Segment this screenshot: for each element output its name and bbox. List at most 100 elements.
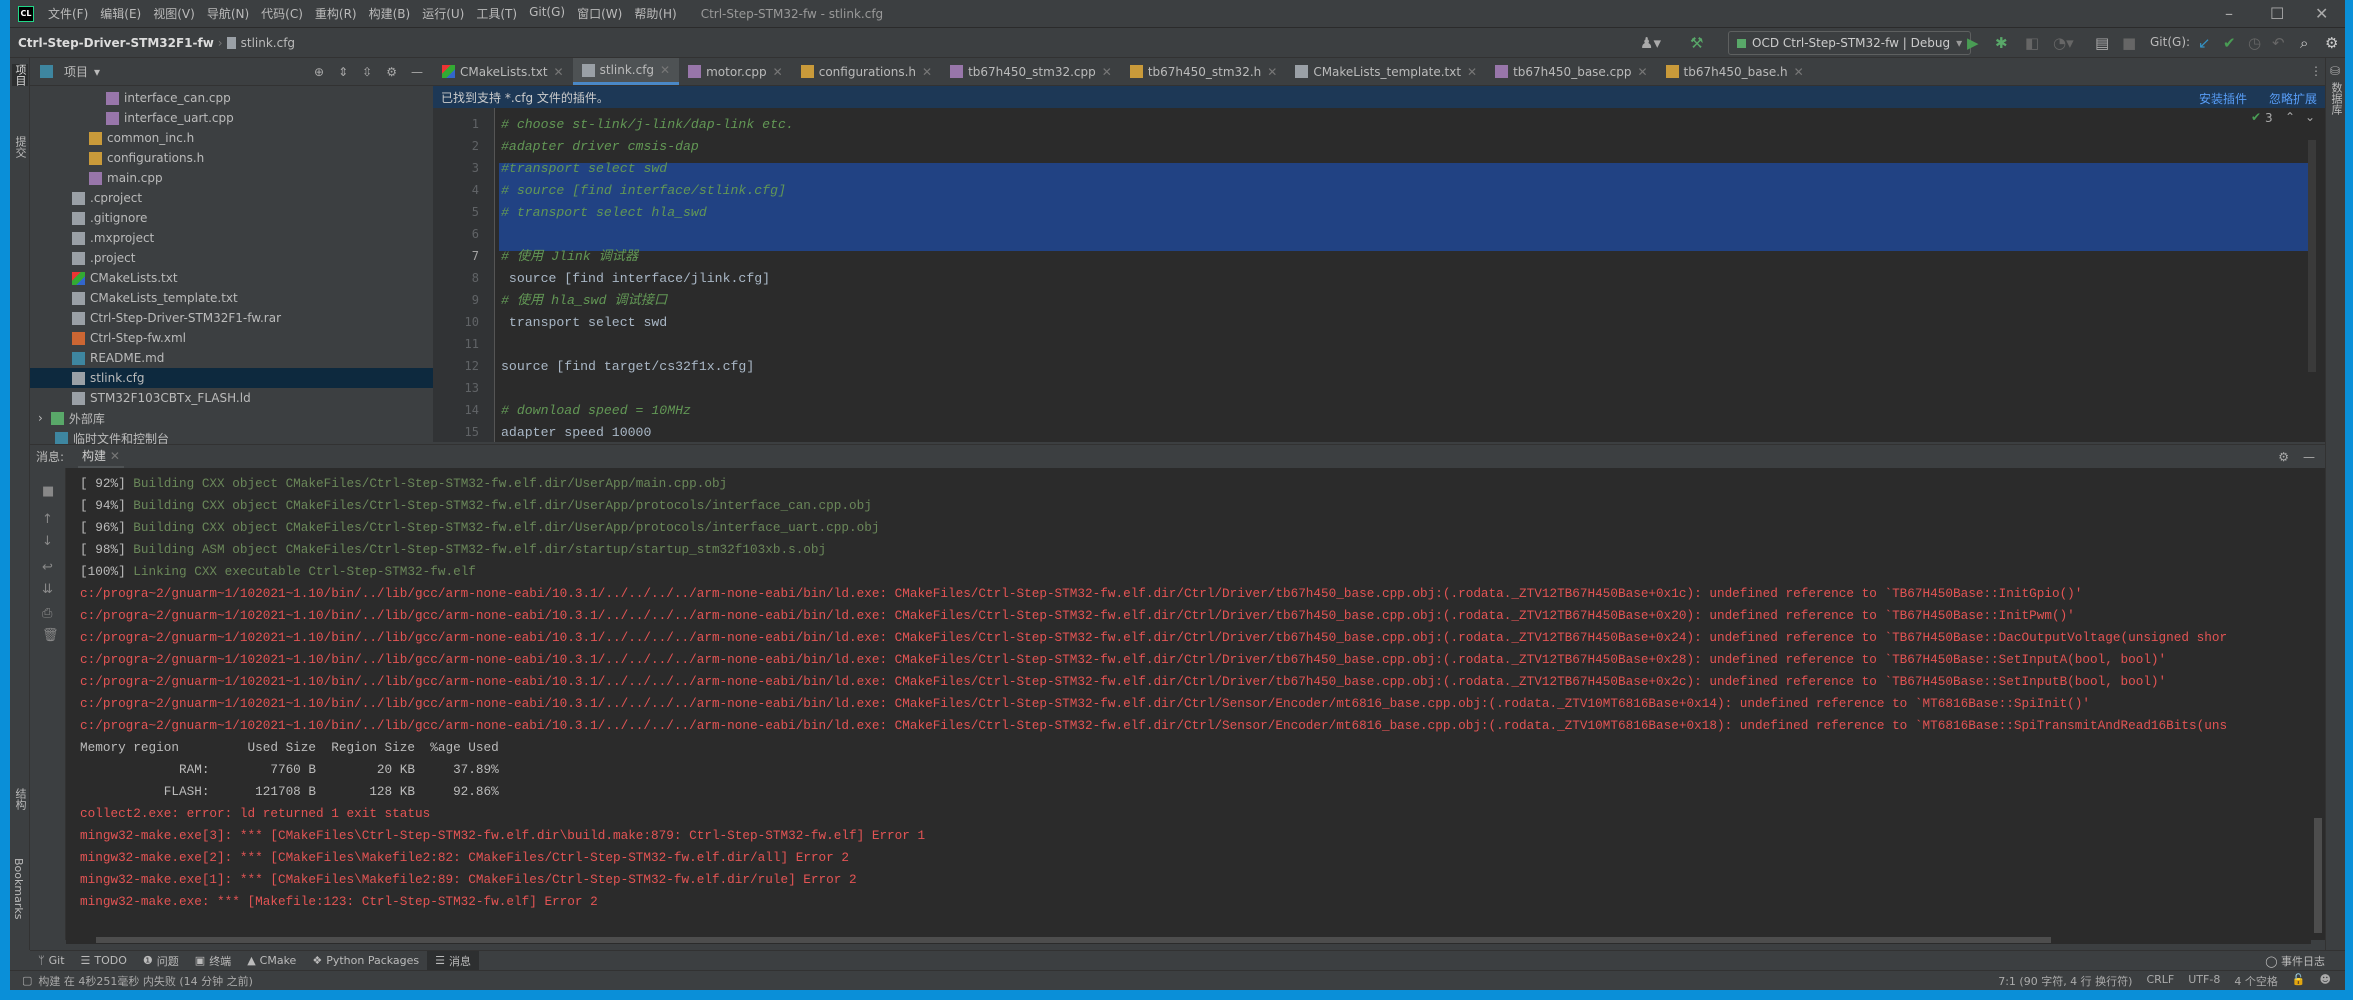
git-update-icon[interactable]: ↙ [2198, 34, 2211, 52]
code-line[interactable]: adapter speed 10000 [501, 422, 651, 442]
tree-item[interactable]: .gitignore [30, 208, 433, 228]
stop-icon[interactable]: ■ [42, 484, 54, 499]
menu-item[interactable]: 运行(U) [416, 5, 470, 22]
tree-item[interactable]: common_inc.h [30, 128, 433, 148]
debug-icon[interactable]: ✱ [1995, 34, 2008, 52]
tree-item[interactable]: .mxproject [30, 228, 433, 248]
tree-item[interactable]: interface_uart.cpp [30, 108, 433, 128]
build-tab[interactable]: 构建 ✕ [78, 445, 124, 469]
collapse-all-icon[interactable]: ⇳ [362, 65, 372, 79]
breadcrumb-file[interactable]: stlink.cfg [241, 36, 295, 50]
close-tab-icon[interactable]: ✕ [554, 65, 564, 79]
more-tabs-icon[interactable]: ⋮ [2310, 64, 2322, 78]
close-button[interactable]: ✕ [2315, 4, 2328, 23]
menu-item[interactable]: 重构(R) [309, 5, 363, 22]
code-line[interactable]: source [find target/cs32f1x.cfg] [501, 356, 754, 378]
panel-toggle-icon[interactable]: ▢ [10, 974, 38, 987]
code-line[interactable]: source [find interface/jlink.cfg] [501, 268, 770, 290]
ignore-extension-link[interactable]: 忽略扩展 [2269, 90, 2317, 107]
tool-window-commit[interactable]: 提交 [12, 136, 28, 158]
minimize-button[interactable]: – [2225, 4, 2233, 23]
locate-icon[interactable]: ⊕ [314, 65, 324, 79]
code-line[interactable]: # source [find interface/stlink.cfg] [501, 180, 786, 202]
chevron-right-icon[interactable]: › [38, 411, 43, 425]
tree-item[interactable]: .cproject [30, 188, 433, 208]
tab-cmakelists-template-txt[interactable]: CMakeLists_template.txt ✕ [1286, 58, 1486, 85]
code-line[interactable]: # 使用 hla_swd 调试接口 [501, 290, 667, 312]
code-line[interactable]: # choose st-link/j-link/dap-link etc. [501, 114, 794, 136]
close-tab-icon[interactable]: ✕ [1267, 65, 1277, 79]
tree-item[interactable]: interface_can.cpp [30, 88, 433, 108]
status-message[interactable]: 构建 在 4秒251毫秒 内失败 (14 分钟 之前) [38, 973, 253, 989]
code-line[interactable]: transport select swd [501, 312, 667, 334]
soft-wrap-icon[interactable]: ↩ [42, 560, 53, 575]
tool-window-git[interactable]: ᛘ Git [30, 951, 73, 970]
down-arrow-icon[interactable]: ↓ [42, 534, 53, 549]
tree-item[interactable]: CMakeLists_template.txt [30, 288, 433, 308]
stop-icon[interactable]: ■ [2122, 34, 2136, 52]
close-tab-icon[interactable]: ✕ [773, 65, 783, 79]
file-encoding[interactable]: UTF-8 [2188, 973, 2220, 989]
hide-icon[interactable]: — [411, 65, 423, 79]
inspection-ok-icon[interactable]: ✔ [2251, 110, 2261, 124]
profile-icon[interactable]: ◔▾ [2053, 34, 2074, 52]
menu-item[interactable]: 文件(F) [42, 5, 94, 22]
tab-configurations-h[interactable]: configurations.h ✕ [792, 58, 941, 85]
close-tab-icon[interactable]: ✕ [110, 449, 120, 463]
tree-item[interactable]: › 外部库 [30, 408, 433, 428]
close-tab-icon[interactable]: ✕ [1102, 65, 1112, 79]
tool-window-structure[interactable]: 结构 [12, 788, 28, 810]
tool-window-bookmarks[interactable]: Bookmarks [12, 858, 25, 919]
tool-window-终端[interactable]: ▣ 终端 [187, 951, 239, 970]
menu-item[interactable]: 代码(C) [255, 5, 309, 22]
tool-window-cmake[interactable]: ▲ CMake [239, 951, 304, 970]
menu-item[interactable]: Git(G) [523, 5, 571, 22]
settings-gear-icon[interactable]: ⚙ [2325, 34, 2338, 52]
tree-item[interactable]: .project [30, 248, 433, 268]
build-hammer-icon[interactable]: ⚒ [1690, 34, 1703, 52]
lock-icon[interactable]: 🔓 [2292, 973, 2306, 989]
next-highlight-icon[interactable]: ⌄ [2305, 110, 2315, 124]
tree-item[interactable]: README.md [30, 348, 433, 368]
coverage-icon[interactable]: ◧ [2025, 34, 2039, 52]
tab-tb67h450-base-cpp[interactable]: tb67h450_base.cpp ✕ [1486, 58, 1656, 85]
tree-item[interactable]: main.cpp [30, 168, 433, 188]
maximize-button[interactable]: ☐ [2270, 4, 2284, 23]
user-icon[interactable]: ♟▾ [1640, 34, 1661, 52]
tool-window-消息[interactable]: ☰ 消息 [427, 951, 480, 970]
code-line[interactable]: # download speed = 10MHz [501, 400, 691, 422]
code-editor[interactable]: 1 2 3 4 5 6 7 8 9 10 11 12 13 14 15 # choose st-link/j… [433, 108, 2325, 442]
tree-item[interactable]: configurations.h [30, 148, 433, 168]
code-line[interactable]: # 使用 Jlink 调试器 [501, 246, 638, 268]
scroll-to-end-icon[interactable]: ⇊ [42, 582, 53, 597]
menu-item[interactable]: 工具(T) [470, 5, 523, 22]
breadcrumb-project[interactable]: Ctrl-Step-Driver-STM32F1-fw [10, 36, 214, 50]
tree-item[interactable]: Ctrl-Step-fw.xml [30, 328, 433, 348]
tree-item[interactable]: Ctrl-Step-Driver-STM32F1-fw.rar [30, 308, 433, 328]
tool-window-project[interactable]: 项目 [12, 64, 28, 86]
close-tab-icon[interactable]: ✕ [1794, 65, 1804, 79]
previous-highlight-icon[interactable]: ⌃ [2285, 110, 2295, 124]
expand-all-icon[interactable]: ⇕ [338, 65, 348, 79]
line-ending[interactable]: CRLF [2146, 973, 2174, 989]
code-line[interactable]: #transport select swd [501, 158, 667, 180]
print-icon[interactable]: ⎙ [42, 606, 52, 621]
hide-icon[interactable]: — [2303, 450, 2325, 464]
project-panel-title[interactable]: 项目 [64, 63, 88, 80]
menu-item[interactable]: 窗口(W) [571, 5, 628, 22]
gear-icon[interactable]: ⚙ [386, 65, 397, 79]
menu-item[interactable]: 导航(N) [201, 5, 255, 22]
caret-position[interactable]: 7:1 (90 字符, 4 行 换行符) [1998, 973, 2132, 989]
run-icon[interactable]: ▶ [1967, 34, 1979, 52]
tab-tb67h450-stm32-cpp[interactable]: tb67h450_stm32.cpp ✕ [941, 58, 1121, 85]
trash-icon[interactable]: 🗑 [42, 628, 59, 643]
menu-item[interactable]: 帮助(H) [628, 5, 682, 22]
build-vertical-scrollbar[interactable] [2311, 468, 2325, 940]
tool-window-问题[interactable]: ❶ 问题 [135, 951, 187, 970]
close-tab-icon[interactable]: ✕ [660, 63, 670, 77]
tab-tb67h450-base-h[interactable]: tb67h450_base.h ✕ [1657, 58, 1813, 85]
tool-window-todo[interactable]: ☰ TODO [73, 951, 135, 970]
close-tab-icon[interactable]: ✕ [922, 65, 932, 79]
close-tab-icon[interactable]: ✕ [1467, 65, 1477, 79]
chevron-down-icon[interactable]: ▾ [94, 65, 100, 79]
